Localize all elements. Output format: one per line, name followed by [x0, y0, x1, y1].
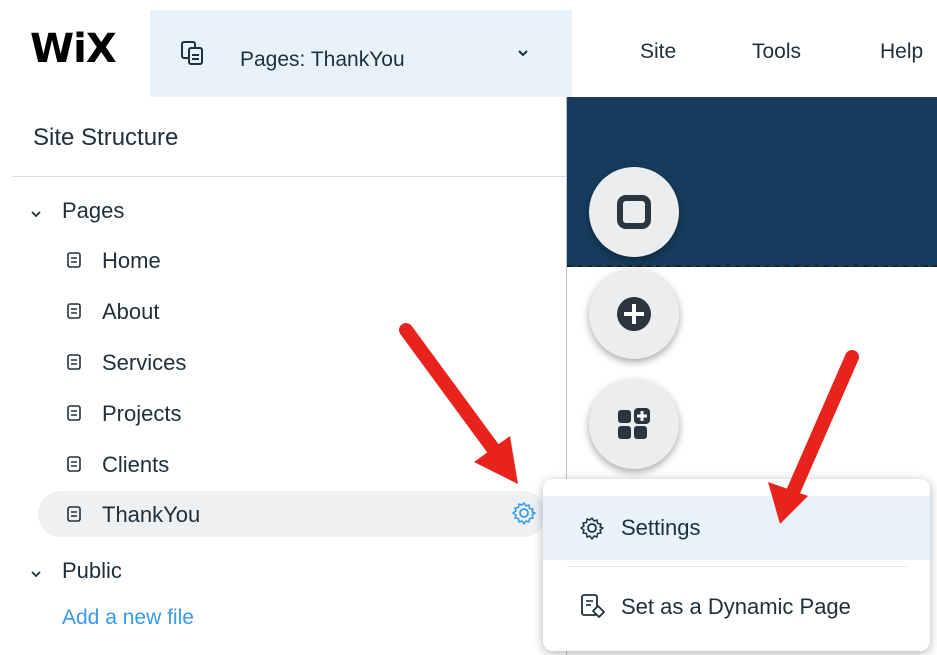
page-item-home[interactable]: Home — [60, 246, 540, 280]
page-item-label: Clients — [102, 452, 170, 477]
pages-icon — [181, 41, 203, 65]
pages-group-label: Pages — [62, 198, 125, 223]
page-item-label: Home — [102, 248, 161, 273]
menu-divider — [567, 566, 907, 567]
dynamic-page-label: Set as a Dynamic Page — [621, 594, 851, 619]
page-item-label: Services — [102, 350, 187, 375]
page-item-about[interactable]: About — [60, 297, 540, 331]
pages-button[interactable] — [589, 167, 679, 257]
page-context-menu: Settings Set as a Dynamic Page — [543, 479, 930, 651]
chevron-down-icon — [31, 571, 41, 578]
page-item-label: About — [102, 299, 160, 324]
settings-label: Settings — [621, 515, 701, 540]
public-group-label: Public — [62, 558, 122, 583]
gear-icon — [580, 517, 604, 540]
add-apps-icon — [618, 408, 650, 439]
menu-site[interactable]: Site — [640, 40, 676, 64]
page-icon — [67, 252, 81, 268]
add-apps-button[interactable] — [589, 379, 679, 469]
settings-menu-item[interactable]: Settings — [543, 496, 930, 560]
menu-help[interactable]: Help — [880, 40, 923, 64]
dynamic-page-icon — [581, 594, 605, 618]
add-button[interactable] — [589, 269, 679, 359]
top-bar: WiX Pages: ThankYou Site Tools Help — [0, 0, 937, 97]
page-selector[interactable]: Pages: ThankYou — [150, 10, 572, 97]
page-selector-label: Pages: ThankYou — [240, 48, 405, 71]
pages-group-toggle[interactable]: Pages — [0, 196, 566, 230]
page-item-label: ThankYou — [102, 502, 201, 527]
gear-icon[interactable] — [511, 500, 537, 526]
square-icon — [617, 195, 651, 229]
dynamic-page-menu-item[interactable]: Set as a Dynamic Page — [543, 575, 930, 639]
page-item-thankyou[interactable]: ThankYou — [60, 500, 500, 534]
header-boundary — [567, 265, 937, 269]
divider — [12, 176, 566, 177]
chevron-down-icon — [31, 211, 41, 218]
page-icon — [67, 405, 81, 421]
page-item-label: Projects — [102, 401, 182, 426]
page-icon — [67, 354, 81, 370]
chevron-down-icon — [518, 50, 528, 57]
page-item-clients[interactable]: Clients — [60, 450, 540, 484]
add-new-file-link[interactable]: Add a new file — [62, 606, 194, 630]
page-icon — [67, 456, 81, 472]
page-item-projects[interactable]: Projects — [60, 399, 540, 433]
page-item-services[interactable]: Services — [60, 348, 540, 382]
panel-title: Site Structure — [33, 124, 179, 151]
add-icon — [617, 297, 651, 331]
menu-tools[interactable]: Tools — [752, 40, 801, 64]
public-group-toggle[interactable]: Public — [0, 556, 566, 590]
wix-logo[interactable]: WiX — [30, 26, 117, 72]
page-icon — [67, 506, 81, 522]
page-icon — [67, 303, 81, 319]
